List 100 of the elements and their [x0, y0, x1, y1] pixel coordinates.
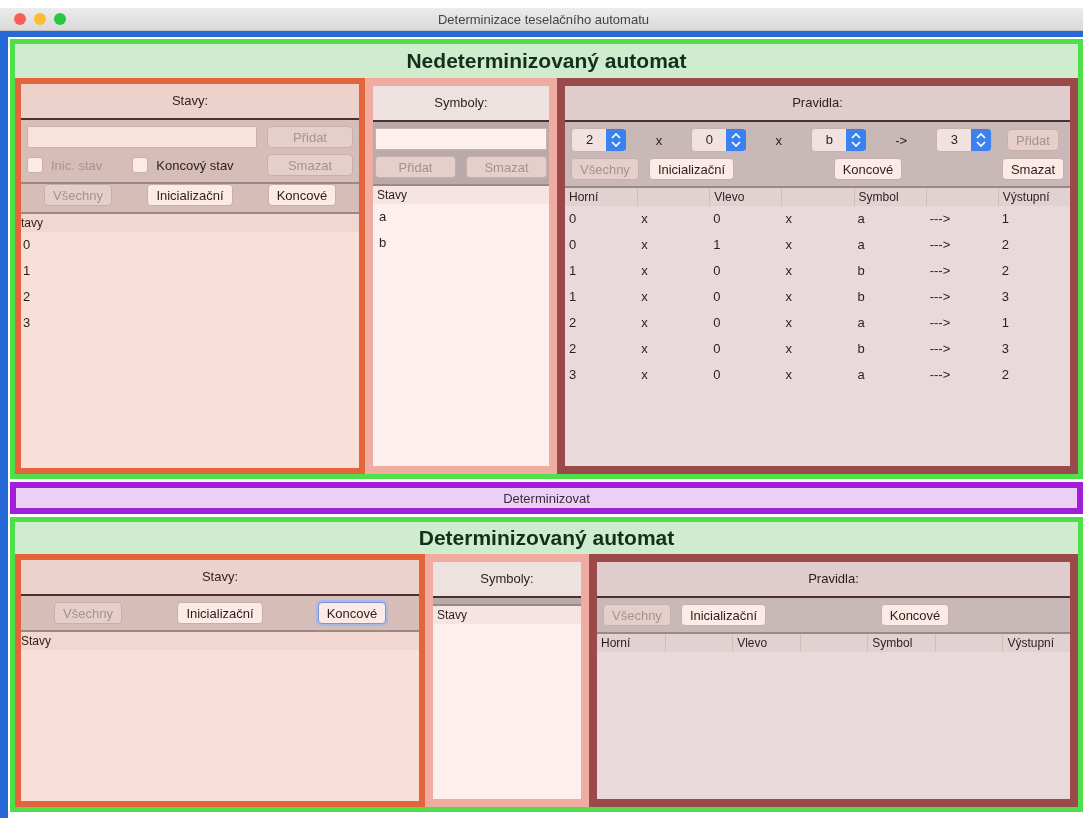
table-cell-text: 3 — [1000, 288, 1011, 306]
filter-button[interactable]: Inicializační — [648, 158, 735, 180]
table-cell-text: 2 — [1000, 366, 1011, 384]
delete-button[interactable]: Smazat — [1001, 158, 1064, 180]
column-header: Symbol — [853, 188, 926, 206]
table-cell-text: x — [784, 210, 793, 228]
table-cell-text: 2 — [1000, 262, 1011, 280]
filter-button[interactable]: Koncové — [267, 184, 337, 206]
updown-icon — [606, 129, 626, 151]
list-item[interactable]: b — [373, 230, 549, 256]
panel-title: Symboly: — [433, 562, 581, 598]
filter-button[interactable]: Inicializační — [680, 604, 767, 626]
filter-button[interactable]: Inicializační — [177, 602, 263, 624]
list-header: tavy — [21, 214, 359, 232]
list-header: Stavy — [21, 632, 419, 650]
filter-button[interactable]: Koncové — [833, 158, 903, 180]
table-cell-text: 2 — [1000, 236, 1011, 254]
window-title: Determinizace teselačního automatu — [437, 11, 650, 27]
table-cell-text: 2 — [568, 340, 578, 358]
checkbox[interactable]: Koncový stav — [132, 157, 234, 173]
column-header: Výstupní — [1002, 634, 1070, 652]
minimize-icon[interactable] — [34, 13, 46, 25]
symbol-input-field[interactable] — [375, 128, 547, 150]
spinner-select[interactable]: 0 — [690, 128, 747, 152]
column-header: Symbol — [867, 634, 935, 652]
table-cell-text: 2 — [568, 314, 578, 332]
table-cell-text: x — [784, 236, 793, 254]
table-cell-text: b — [856, 262, 866, 280]
list-item[interactable]: a — [373, 204, 549, 230]
table-cell-text: 1 — [568, 288, 578, 306]
list-item[interactable]: 0 — [21, 232, 359, 258]
operator-label: x — [775, 132, 782, 148]
table-cell-text: x — [640, 340, 649, 358]
column-header: Horní — [565, 188, 638, 206]
panel-title: Pravidla: — [597, 562, 1070, 598]
list-item[interactable]: 1 — [21, 258, 359, 284]
table-cell-text: ---> — [928, 262, 952, 280]
table-cell-text: x — [784, 288, 793, 306]
table-cell-text: b — [856, 340, 866, 358]
table-cell-text: ---> — [928, 314, 952, 332]
filter-button[interactable]: Inicializační — [147, 184, 233, 206]
table-cell-text: x — [640, 288, 649, 306]
operator-label: -> — [895, 132, 908, 148]
table-cell-text: 1 — [712, 236, 722, 254]
table-cell-text: x — [640, 314, 649, 332]
table-cell-text: 1 — [1000, 210, 1011, 228]
table-cell-text: x — [784, 340, 793, 358]
table-cell-text: 1 — [1000, 314, 1011, 332]
table-cell-text: b — [856, 288, 866, 306]
spinner-select[interactable]: 3 — [935, 128, 992, 152]
column-header: Výstupní — [997, 188, 1070, 206]
panel-title: Pravidla: — [565, 86, 1070, 122]
spinner-select[interactable]: b — [810, 128, 867, 152]
determinize-button[interactable]: Determinizovat — [10, 482, 1083, 514]
filter-button[interactable]: Koncové — [317, 602, 387, 624]
table-cell-text: 0 — [712, 340, 722, 358]
table-cell-text: 3 — [568, 366, 578, 384]
table-cell-text: x — [640, 262, 649, 280]
table-cell-text: 0 — [712, 288, 722, 306]
column-header: Horní — [597, 634, 665, 652]
updown-icon — [725, 129, 746, 151]
table-cell-text: x — [784, 314, 793, 332]
table-cell-text: x — [640, 210, 649, 228]
table-cell-text: x — [784, 262, 793, 280]
table-cell-text: 0 — [712, 210, 722, 228]
table-cell-text: x — [640, 366, 649, 384]
table-cell-text: ---> — [928, 210, 952, 228]
column-header: Vlevo — [732, 634, 800, 652]
panel-title: Symboly: — [373, 86, 549, 122]
table-cell-text: ---> — [928, 366, 952, 384]
table-cell-text: x — [640, 236, 649, 254]
updown-icon — [970, 129, 991, 151]
state-input-field[interactable] — [27, 126, 257, 148]
close-icon[interactable] — [14, 13, 26, 25]
table-cell-text: x — [784, 366, 793, 384]
column-header: Vlevo — [709, 188, 782, 206]
table-cell-text: ---> — [928, 340, 952, 358]
section-heading: Determinizovaný automat — [417, 525, 676, 551]
panel-title: Stavy: — [21, 84, 359, 120]
table-cell-text: a — [856, 366, 866, 384]
table-cell-text: 0 — [712, 262, 722, 280]
table-cell-text: a — [856, 314, 866, 332]
table-cell-text: ---> — [928, 288, 952, 306]
table-cell-text: a — [856, 210, 866, 228]
spinner-select[interactable]: 2 — [571, 128, 627, 152]
table-cell-text: 0 — [712, 314, 722, 332]
table-cell-text: 1 — [568, 262, 578, 280]
table-cell-text: 3 — [1000, 340, 1011, 358]
list-item[interactable]: 2 — [21, 284, 359, 310]
panel-title: Stavy: — [21, 560, 419, 596]
filter-button[interactable]: Koncové — [880, 604, 950, 626]
section-heading: Nedeterminizovaný automat — [405, 48, 688, 74]
table-cell-text: ---> — [928, 236, 952, 254]
table-cell-text: 0 — [712, 366, 722, 384]
zoom-icon[interactable] — [54, 13, 66, 25]
operator-label: x — [655, 132, 663, 148]
updown-icon — [845, 129, 866, 151]
table-cell-text: 0 — [568, 210, 578, 228]
list-header: Stavy — [433, 606, 581, 624]
list-item[interactable]: 3 — [21, 310, 359, 336]
